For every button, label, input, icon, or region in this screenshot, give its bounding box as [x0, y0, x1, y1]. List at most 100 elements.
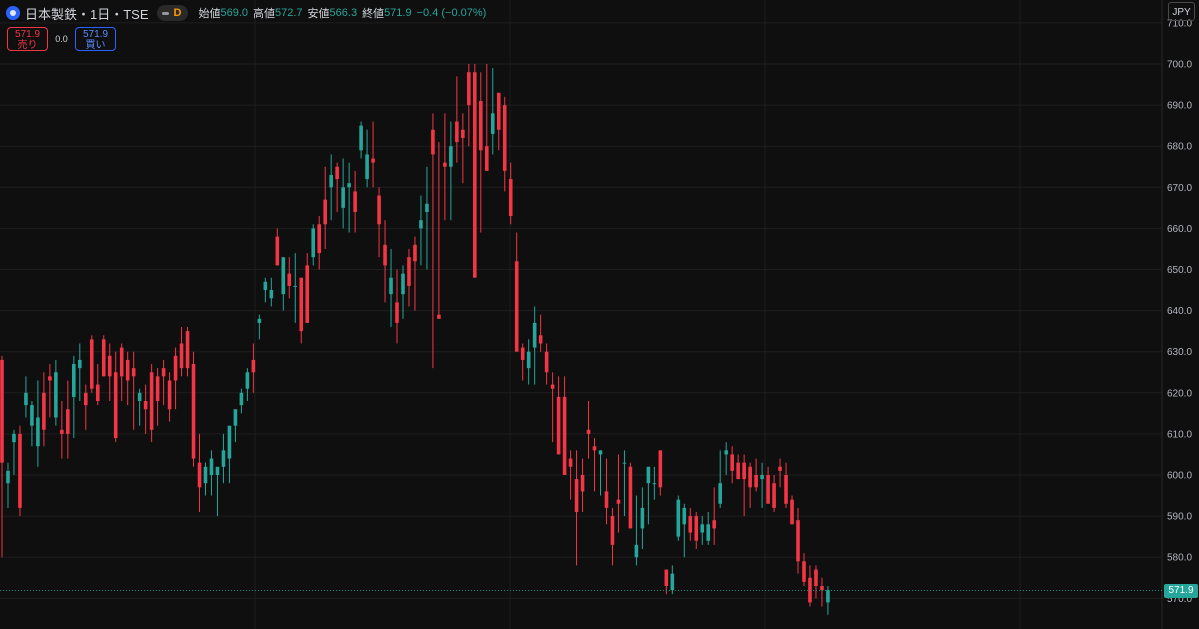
candle-body: [227, 425, 232, 459]
candle: [622, 450, 627, 517]
ohlc-change-value: −0.4 (−0.07%): [416, 7, 487, 19]
candle: [275, 228, 280, 266]
candle: [496, 92, 501, 151]
candle-body: [233, 409, 238, 426]
candle: [586, 401, 591, 459]
timeframe-label: D: [173, 7, 182, 19]
candle-body: [365, 154, 369, 180]
candle: [0, 355, 4, 558]
candle-body: [520, 347, 525, 360]
candle-body: [473, 72, 477, 278]
candle: [790, 495, 794, 525]
candle-body: [149, 372, 154, 430]
candle-body: [167, 380, 172, 410]
candle: [143, 384, 148, 434]
ohlc-open-label: 始値: [198, 8, 221, 20]
chart-grid: [0, 0, 1162, 629]
candle: [640, 487, 645, 549]
timeframe-pill[interactable]: D: [156, 5, 189, 21]
candle-body: [640, 507, 645, 529]
sell-button[interactable]: 571.9 売り: [7, 27, 48, 51]
candle: [95, 364, 100, 406]
candle-body: [341, 187, 345, 208]
candle: [574, 450, 579, 566]
candle-body: [808, 577, 812, 603]
candle: [802, 553, 806, 586]
candle-body: [131, 368, 136, 377]
candle: [60, 401, 64, 459]
candle-body: [359, 125, 363, 151]
price-chart[interactable]: 570.0580.0590.0600.0610.0620.0630.0640.0…: [0, 0, 1199, 629]
candle-body: [407, 257, 411, 286]
candle: [395, 269, 399, 344]
candle: [36, 380, 40, 467]
candle: [652, 466, 657, 500]
candle-body: [209, 458, 214, 475]
candle: [550, 372, 555, 443]
y-tick-label: 690.0: [1167, 101, 1192, 112]
candle-body: [694, 516, 699, 541]
y-tick-label: 670.0: [1167, 183, 1192, 194]
candle: [6, 462, 10, 508]
candle: [425, 166, 429, 270]
candle-body: [66, 409, 70, 434]
candle: [54, 359, 58, 426]
candle-body: [461, 129, 465, 138]
candle-body: [496, 92, 501, 130]
candle-body: [550, 384, 555, 389]
candle: [556, 376, 561, 455]
symbol-title[interactable]: 日本製鉄・1日・TSE: [25, 4, 149, 23]
candle-body: [383, 244, 387, 266]
candle-body: [419, 220, 423, 229]
candle: [18, 425, 22, 517]
y-tick-label: 580.0: [1167, 553, 1192, 564]
candle: [30, 401, 34, 447]
candle-body: [275, 236, 280, 266]
ohlc-close-label: 終値: [362, 8, 385, 20]
candle: [730, 446, 734, 484]
y-tick-label: 590.0: [1167, 512, 1192, 523]
symbol-legend: 日本製鉄・1日・TSE D 始値 569.0 高値 572.7 安値 566.3…: [6, 4, 491, 22]
candle: [526, 339, 531, 385]
candle-body: [754, 475, 758, 488]
y-tick-label: 620.0: [1167, 388, 1192, 399]
candle-body: [455, 121, 459, 143]
buy-button[interactable]: 571.9 買い: [75, 27, 116, 51]
candle: [532, 306, 537, 385]
candle-body: [299, 277, 304, 332]
candle-body: [712, 520, 717, 529]
candle: [748, 462, 752, 508]
candle-body: [724, 450, 728, 455]
candle-body: [634, 544, 639, 558]
candle-body: [760, 475, 764, 480]
candle-body: [796, 520, 800, 562]
candle-body: [24, 392, 28, 406]
candle: [766, 466, 770, 504]
candle: [323, 166, 327, 249]
candle-body: [718, 483, 722, 504]
candle-body: [449, 146, 453, 167]
spread-value: 0.0: [55, 34, 68, 44]
candle-body: [197, 462, 202, 488]
candle: [431, 113, 435, 369]
candle: [257, 314, 262, 340]
candle-body: [574, 479, 579, 512]
candle: [281, 257, 286, 311]
candle: [814, 565, 818, 599]
candle: [479, 72, 483, 233]
ohlc-open-value: 569.0: [220, 7, 248, 19]
currency-button[interactable]: JPY: [1168, 2, 1195, 21]
candle-body: [179, 343, 184, 369]
candle: [826, 585, 830, 615]
candle-body: [251, 359, 256, 373]
candle: [736, 454, 740, 480]
candle-body: [191, 364, 196, 459]
candle-body: [604, 491, 609, 508]
candle: [149, 364, 154, 443]
candle-body: [586, 429, 591, 434]
candle: [724, 442, 728, 475]
candle-body: [257, 318, 262, 323]
candle: [796, 507, 800, 574]
candle: [83, 384, 88, 430]
candle: [359, 121, 363, 159]
